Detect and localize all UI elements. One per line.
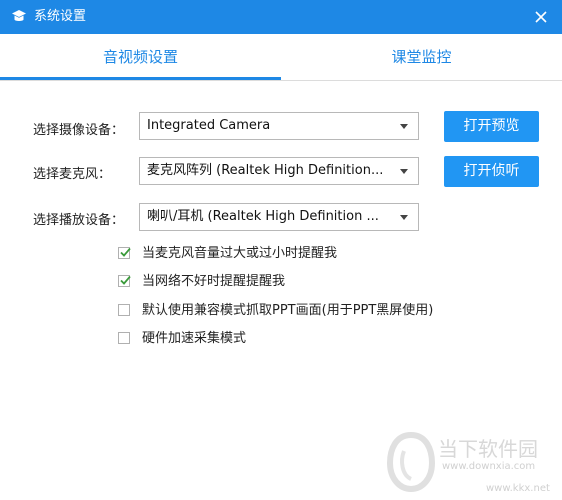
chevron-down-icon [400, 124, 408, 129]
site-watermark: 当下软件园 www.downxia.com www.kkx.net [380, 425, 562, 500]
chevron-down-icon [400, 215, 408, 220]
camera-select[interactable]: Integrated Camera [139, 112, 419, 140]
speaker-select-value: 喇叭/耳机 (Realtek High Definition ... [147, 209, 379, 224]
close-button[interactable] [528, 4, 554, 30]
active-tab-indicator [0, 77, 281, 80]
open-preview-button[interactable]: 打开预览 [444, 111, 539, 142]
watermark-url-secondary: www.kkx.net [486, 483, 550, 494]
option-label: 当网络不好时提醒提醒我 [142, 274, 286, 289]
tab-classroom-monitor[interactable]: 课堂监控 [281, 34, 562, 80]
checkbox[interactable] [118, 247, 131, 259]
watermark-url: www.downxia.com [442, 461, 536, 472]
watermark-name: 当下软件园 [438, 437, 538, 461]
option-label: 默认使用兼容模式抓取PPT画面(用于PPT黑屏使用) [142, 303, 434, 318]
microphone-label: 选择麦克风： [33, 167, 112, 182]
checkmark-icon [120, 247, 131, 257]
app-logo-icon [12, 10, 26, 21]
camera-label: 选择摄像设备： [33, 123, 125, 138]
speaker-label: 选择播放设备： [33, 213, 125, 228]
checkbox[interactable] [118, 332, 130, 344]
option-label: 硬件加速采集模式 [142, 331, 247, 346]
close-icon [535, 11, 547, 23]
speaker-select[interactable]: 喇叭/耳机 (Realtek High Definition ... [139, 203, 419, 231]
watermark-logo-icon [386, 431, 436, 493]
microphone-select[interactable]: 麦克风阵列 (Realtek High Definition... [139, 157, 419, 185]
option-label: 当麦克风音量过大或过小时提醒我 [142, 246, 338, 261]
open-monitor-button[interactable]: 打开侦听 [444, 156, 539, 187]
tab-audio-video-settings[interactable]: 音视频设置 [0, 34, 281, 80]
window-title: 系统设置 [34, 9, 87, 24]
checkmark-icon [120, 275, 131, 285]
checkbox[interactable] [118, 275, 131, 287]
title-bar: 系统设置 [0, 0, 562, 34]
chevron-down-icon [400, 169, 408, 174]
checkbox[interactable] [118, 304, 130, 316]
camera-select-value: Integrated Camera [147, 118, 271, 133]
microphone-select-value: 麦克风阵列 (Realtek High Definition... [147, 163, 384, 178]
tab-bar: 音视频设置 课堂监控 [0, 34, 562, 81]
